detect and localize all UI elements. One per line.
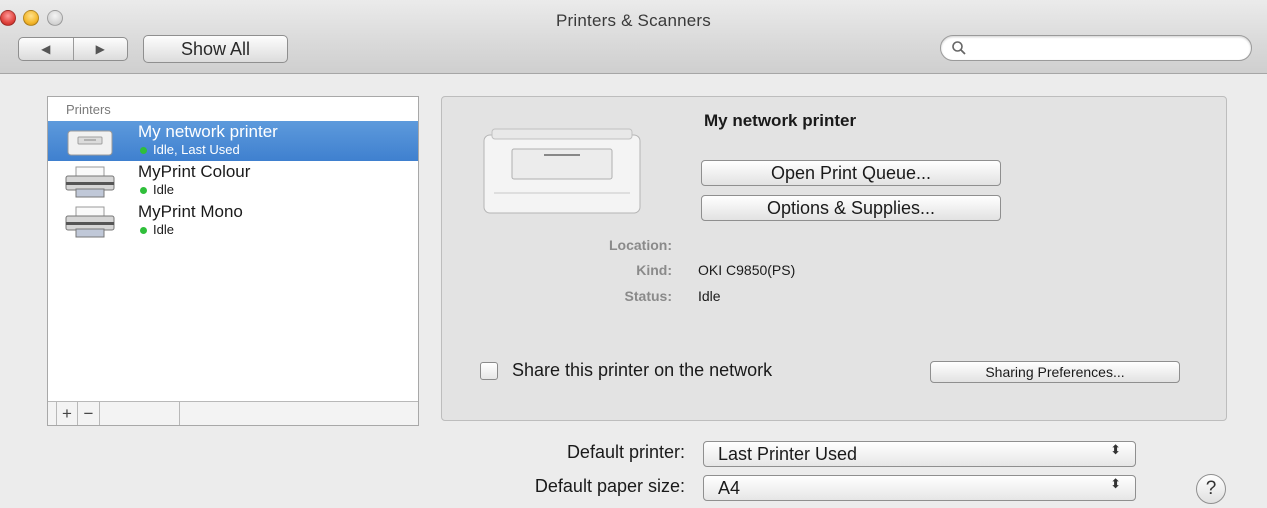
back-arrow-icon: ◀ xyxy=(41,42,51,56)
toolbar: Printers & Scanners ◀ ▶ Show All xyxy=(0,0,1267,74)
status-label: Status: xyxy=(624,288,672,304)
back-button[interactable]: ◀ xyxy=(19,38,73,60)
printer-list-item[interactable]: MyPrint Mono Idle xyxy=(48,201,418,241)
status-value: Idle xyxy=(698,288,721,304)
printer-name: MyPrint Colour xyxy=(138,162,251,181)
location-label: Location: xyxy=(609,237,672,253)
share-printer-checkbox[interactable] xyxy=(480,362,498,380)
open-print-queue-button[interactable]: Open Print Queue... xyxy=(701,160,1001,186)
printer-status: Idle, Last Used xyxy=(153,142,240,157)
window-title: Printers & Scanners xyxy=(556,11,711,30)
printers-header: Printers xyxy=(66,102,111,117)
sharing-preferences-button[interactable]: Sharing Preferences... xyxy=(930,361,1180,383)
default-paper-size-label: Default paper size: xyxy=(534,476,685,496)
remove-printer-button[interactable]: − xyxy=(78,402,100,425)
status-dot-icon xyxy=(140,187,147,194)
selected-printer-name: My network printer xyxy=(704,111,857,130)
footer-spacer xyxy=(100,402,180,425)
laser-printer-icon xyxy=(67,130,113,156)
search-icon xyxy=(952,41,966,55)
popup-arrows-icon: ⬍ xyxy=(1110,442,1121,457)
laser-printer-icon xyxy=(483,128,641,214)
kind-label: Kind: xyxy=(636,262,672,278)
default-printer-value: Last Printer Used xyxy=(718,444,858,464)
printer-name: MyPrint Mono xyxy=(138,202,243,221)
printer-icon xyxy=(65,206,115,238)
list-footer: + − xyxy=(48,401,418,425)
status-dot-icon xyxy=(140,227,147,234)
printer-list-item[interactable]: My network printer Idle, Last Used xyxy=(48,121,418,161)
printer-name: My network printer xyxy=(138,122,278,141)
default-paper-size-value: A4 xyxy=(718,478,741,498)
search-input[interactable] xyxy=(971,39,1241,57)
default-printer-label: Default printer: xyxy=(566,442,685,462)
forward-arrow-icon: ▶ xyxy=(95,42,105,56)
printer-icon xyxy=(65,166,115,198)
printer-detail-panel: My network printer Open Print Queue... O… xyxy=(441,96,1227,421)
printer-list: Printers My network printer Idle, Last U… xyxy=(47,96,419,426)
kind-value: OKI C9850(PS) xyxy=(698,262,796,278)
default-printer-popup[interactable]: Last Printer Used ⬍ xyxy=(703,441,1136,467)
share-printer-label[interactable]: Share this printer on the network xyxy=(512,360,772,381)
status-dot-icon xyxy=(140,147,147,154)
default-paper-size-popup[interactable]: A4 ⬍ xyxy=(703,475,1136,501)
show-all-button[interactable]: Show All xyxy=(143,35,288,63)
popup-arrows-icon: ⬍ xyxy=(1110,476,1121,491)
printer-list-item[interactable]: MyPrint Colour Idle xyxy=(48,161,418,201)
forward-button[interactable]: ▶ xyxy=(72,38,128,60)
help-button[interactable]: ? xyxy=(1196,474,1226,504)
options-supplies-button[interactable]: Options & Supplies... xyxy=(701,195,1001,221)
printer-status: Idle xyxy=(153,222,174,237)
printer-status: Idle xyxy=(153,182,174,197)
back-forward-control: ◀ ▶ xyxy=(18,37,128,61)
add-printer-button[interactable]: + xyxy=(56,402,78,425)
search-field[interactable] xyxy=(940,35,1252,61)
